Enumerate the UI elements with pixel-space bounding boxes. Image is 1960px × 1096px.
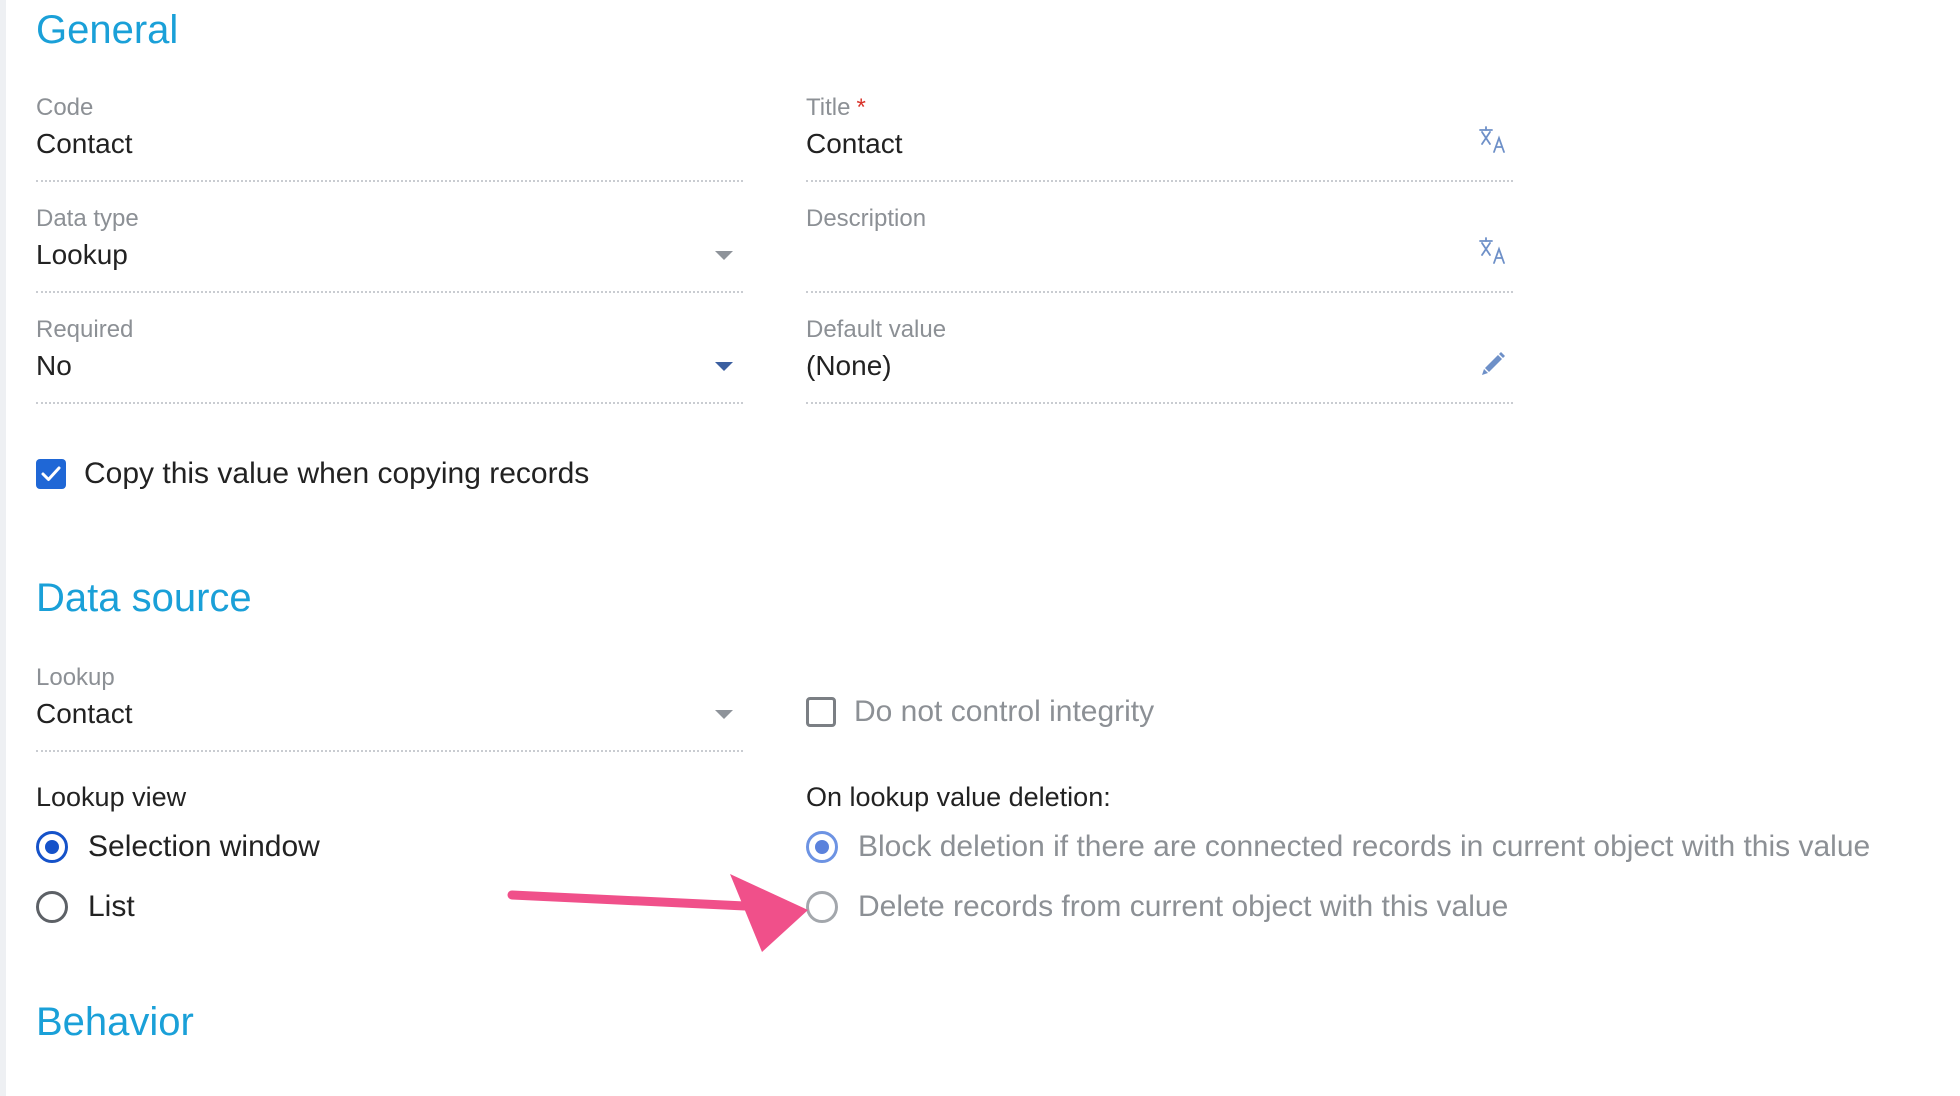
copy-value-checkbox[interactable]: [36, 459, 66, 489]
annotation-arrow-icon: [507, 874, 808, 952]
pencil-icon[interactable]: [1477, 346, 1509, 378]
chevron-down-icon[interactable]: [715, 362, 733, 371]
lookup-label: Lookup: [36, 664, 115, 691]
title-field[interactable]: Title * Contact: [806, 94, 1513, 182]
radio-label: Selection window: [88, 830, 320, 863]
chevron-down-icon[interactable]: [715, 710, 733, 719]
radio-delete-records[interactable]: Delete records from current object with …: [806, 891, 1508, 923]
code-value: Contact: [36, 128, 133, 159]
lookup-view-heading: Lookup view: [36, 782, 187, 812]
section-title-general: General: [36, 8, 179, 52]
radio-button[interactable]: [806, 831, 838, 863]
required-star: *: [856, 94, 866, 121]
radio-label: Block deletion if there are connected re…: [858, 830, 1871, 863]
chevron-down-icon[interactable]: [715, 251, 733, 260]
radio-block-deletion[interactable]: Block deletion if there are connected re…: [806, 831, 1870, 863]
integrity-checkbox[interactable]: [806, 697, 836, 727]
default-value-label: Default value: [806, 316, 947, 343]
checkmark-icon: [41, 466, 61, 481]
title-label: Title *: [806, 94, 866, 121]
radio-list[interactable]: List: [36, 891, 135, 923]
integrity-label: Do not control integrity: [854, 695, 1155, 728]
radio-label: Delete records from current object with …: [858, 890, 1509, 923]
copy-value-label: Copy this value when copying records: [84, 457, 590, 490]
section-title-behavior: Behavior: [36, 1000, 194, 1044]
description-label: Description: [806, 205, 927, 232]
required-value: No: [36, 350, 72, 381]
section-title-data-source: Data source: [36, 576, 252, 620]
lookup-field[interactable]: Lookup Contact: [36, 664, 743, 752]
on-deletion-heading: On lookup value deletion:: [806, 782, 1111, 812]
data-type-field[interactable]: Data type Lookup: [36, 205, 743, 293]
required-label: Required: [36, 316, 134, 343]
translate-icon[interactable]: [1477, 235, 1509, 267]
data-type-label: Data type: [36, 205, 139, 232]
radio-label: List: [88, 890, 135, 923]
lookup-value: Contact: [36, 698, 133, 729]
left-edge-border: [0, 0, 6, 1096]
radio-button[interactable]: [36, 891, 68, 923]
copy-value-checkbox-row[interactable]: Copy this value when copying records: [36, 459, 589, 489]
translate-icon[interactable]: [1477, 124, 1509, 156]
radio-selection-window[interactable]: Selection window: [36, 831, 320, 863]
data-type-value: Lookup: [36, 239, 128, 270]
code-field[interactable]: Code Contact: [36, 94, 743, 182]
required-field[interactable]: Required No: [36, 316, 743, 404]
default-value-field[interactable]: Default value (None): [806, 316, 1513, 404]
title-value: Contact: [806, 128, 903, 159]
default-value-value: (None): [806, 350, 892, 381]
code-label: Code: [36, 94, 94, 121]
description-field[interactable]: Description: [806, 205, 1513, 293]
integrity-checkbox-row[interactable]: Do not control integrity: [806, 697, 1154, 727]
radio-button[interactable]: [36, 831, 68, 863]
